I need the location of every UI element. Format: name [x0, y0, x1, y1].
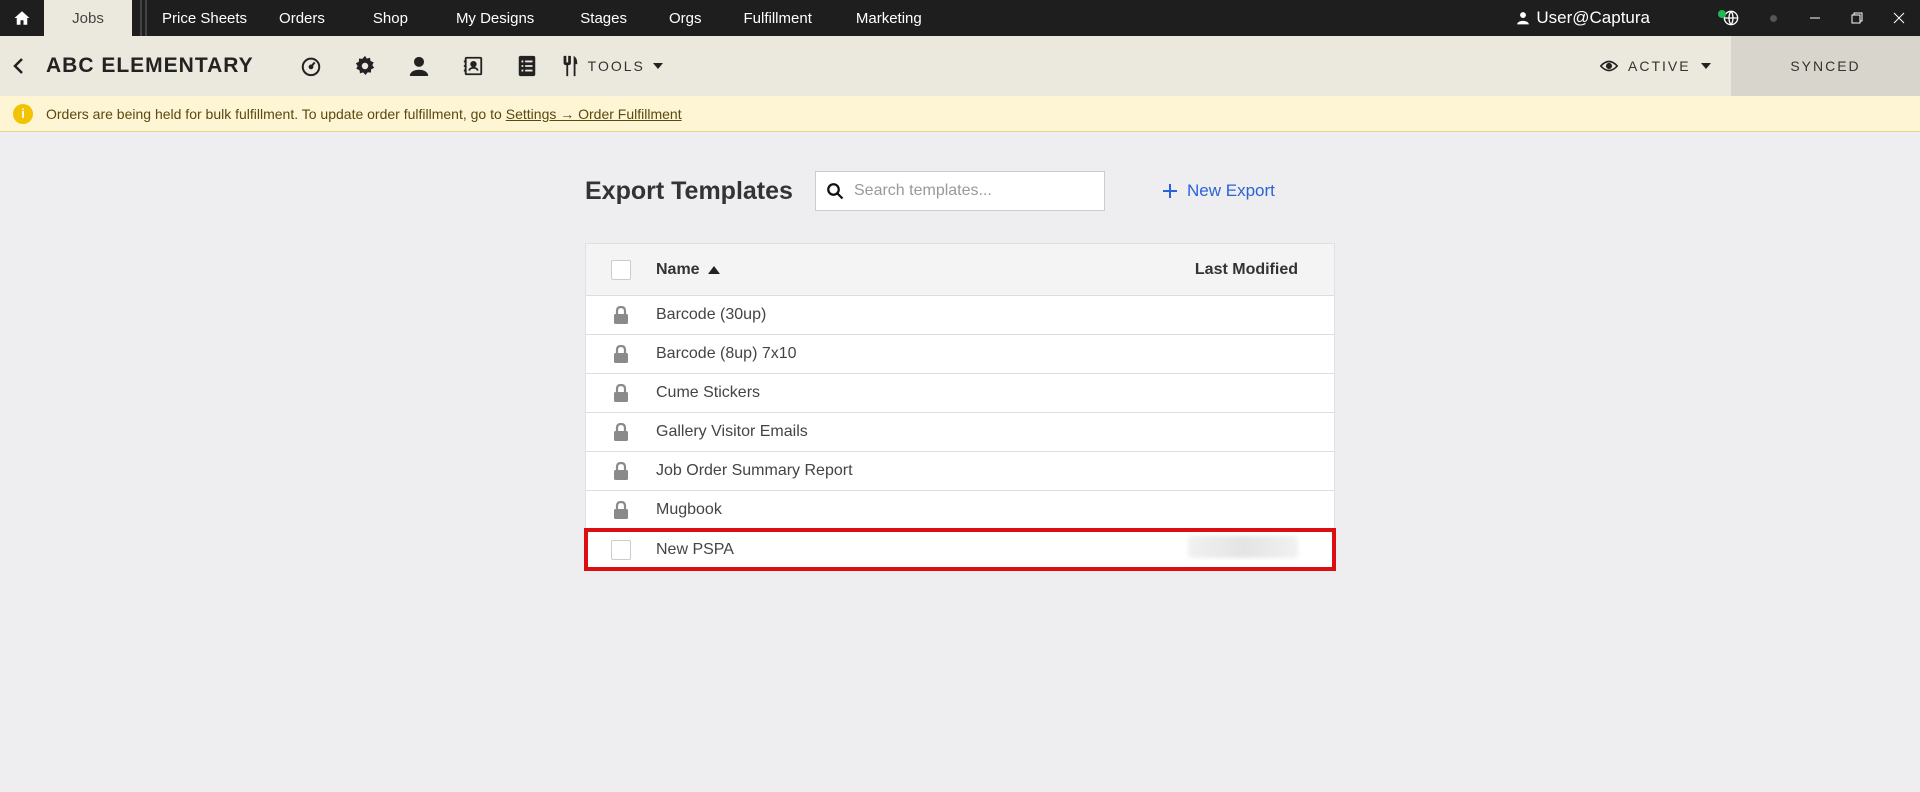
lock-icon	[614, 384, 628, 402]
gear-icon	[355, 55, 374, 75]
user-menu[interactable]: User@Captura	[1516, 8, 1650, 28]
nav-tab-stages[interactable]: Stages	[564, 0, 657, 36]
nav-separator	[132, 0, 154, 36]
table-row[interactable]: Gallery Visitor Emails	[586, 413, 1334, 452]
dashboard-button[interactable]	[284, 36, 338, 96]
table-row-highlighted[interactable]: New PSPA	[584, 528, 1336, 571]
sort-ascending-icon	[707, 265, 720, 274]
back-button[interactable]	[0, 36, 36, 96]
plus-icon	[1163, 184, 1177, 198]
table-row[interactable]: Barcode (8up) 7x10	[586, 335, 1334, 374]
row-checkbox[interactable]	[611, 539, 631, 560]
new-export-button[interactable]: New Export	[1163, 181, 1275, 201]
order-fulfillment-link[interactable]: Settings → Order Fulfillment	[506, 106, 682, 122]
templates-table: Name Last Modified Barcode (30up) Barcod…	[584, 243, 1336, 571]
template-name: Cume Stickers	[656, 384, 761, 401]
panel-header: Export Templates New Export	[585, 170, 1335, 212]
search-icon	[827, 183, 844, 200]
globe-icon[interactable]	[1710, 0, 1752, 36]
table-row[interactable]: Mugbook	[586, 491, 1334, 530]
select-all-checkbox[interactable]	[611, 259, 631, 280]
lock-icon	[614, 423, 628, 441]
contacts-button[interactable]	[446, 36, 500, 96]
last-modified-redacted	[1134, 536, 1334, 563]
status-indicator-icon	[1752, 0, 1794, 36]
top-right-controls: User@Captura	[1516, 0, 1920, 36]
template-name: Barcode (8up) 7x10	[656, 345, 797, 362]
settings-button[interactable]	[338, 36, 392, 96]
home-button[interactable]	[0, 0, 44, 36]
name-column-label: Name	[656, 260, 700, 278]
eye-icon	[1600, 60, 1618, 72]
banner-message: Orders are being held for bulk fulfillme…	[46, 105, 502, 122]
nav-tab-marketing[interactable]: Marketing	[834, 0, 940, 36]
user-icon	[1517, 12, 1530, 25]
new-export-label: New Export	[1187, 181, 1275, 200]
table-row[interactable]: Job Order Summary Report	[586, 452, 1334, 491]
lock-icon	[614, 306, 628, 324]
table-row[interactable]: Barcode (30up)	[586, 296, 1334, 335]
contacts-icon	[463, 56, 482, 76]
people-button[interactable]	[392, 36, 446, 96]
nav-tab-fulfillment[interactable]: Fulfillment	[732, 0, 834, 36]
nav-tab-shop[interactable]: Shop	[343, 0, 438, 36]
caret-down-icon	[652, 63, 663, 69]
template-name: New PSPA	[656, 540, 734, 558]
list-button[interactable]	[500, 36, 554, 96]
top-nav: Jobs Price Sheets Orders Shop My Designs…	[0, 0, 1920, 36]
tools-label: TOOLS	[587, 58, 645, 74]
fulfillment-banner: i Orders are being held for bulk fulfill…	[0, 96, 1920, 132]
lock-icon	[614, 462, 628, 480]
dashboard-icon	[301, 57, 320, 77]
template-name: Barcode (30up)	[656, 306, 767, 323]
template-name: Mugbook	[656, 501, 722, 518]
job-status-label: ACTIVE	[1628, 58, 1691, 74]
info-icon: i	[13, 103, 33, 124]
page-title: Export Templates	[585, 176, 793, 205]
caret-down-icon	[1700, 63, 1711, 69]
list-icon	[518, 55, 535, 77]
minimize-icon[interactable]	[1794, 0, 1836, 36]
redacted-value	[1188, 536, 1298, 558]
close-icon[interactable]	[1878, 0, 1920, 36]
job-status-menu[interactable]: ACTIVE	[1600, 36, 1711, 96]
search-input[interactable]	[854, 182, 1094, 200]
home-icon	[14, 11, 30, 25]
nav-tab-price-sheets[interactable]: Price Sheets	[154, 0, 265, 36]
name-column-header[interactable]: Name	[656, 261, 1134, 279]
nav-tab-orgs[interactable]: Orgs	[657, 0, 732, 36]
tools-menu[interactable]: TOOLS	[560, 55, 663, 77]
nav-tab-orders[interactable]: Orders	[265, 0, 343, 36]
template-name: Job Order Summary Report	[656, 462, 853, 479]
job-title: ABC ELEMENTARY	[46, 54, 254, 77]
nav-tab-my-designs[interactable]: My Designs	[438, 0, 564, 36]
export-templates-panel: Export Templates New Export Name Last Mo…	[584, 170, 1336, 571]
chevron-left-icon	[13, 58, 23, 74]
table-row[interactable]: Cume Stickers	[586, 374, 1334, 413]
search-box[interactable]	[815, 171, 1105, 211]
lock-icon	[614, 501, 628, 519]
nav-tab-jobs[interactable]: Jobs	[44, 0, 132, 36]
person-icon	[409, 56, 428, 76]
restore-icon[interactable]	[1836, 0, 1878, 36]
user-name: User@Captura	[1536, 8, 1650, 27]
last-modified-column-header[interactable]: Last Modified	[1134, 261, 1334, 279]
job-toolbar: ABC ELEMENTARY TOOLS ACTIVE SYNCED	[0, 36, 1920, 96]
lock-icon	[614, 345, 628, 363]
table-header: Name Last Modified	[586, 244, 1334, 296]
sync-status[interactable]: SYNCED	[1731, 36, 1920, 96]
template-name: Gallery Visitor Emails	[656, 423, 808, 440]
tools-icon	[563, 55, 578, 77]
